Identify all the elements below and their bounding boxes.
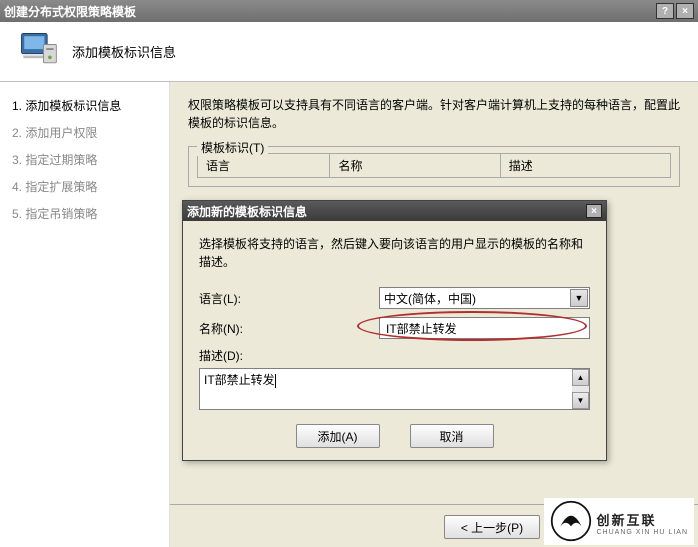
- name-row: 名称(N):: [199, 317, 590, 339]
- dialog-body: 选择模板将支持的语言，然后键入要向该语言的用户显示的模板的名称和描述。 语言(L…: [183, 221, 606, 460]
- dialog-titlebar: 添加新的模板标识信息 ×: [183, 201, 606, 221]
- close-button[interactable]: ×: [676, 3, 694, 19]
- help-button[interactable]: ?: [656, 3, 674, 19]
- sidebar-item-revocation[interactable]: 5. 指定吊销策略: [0, 200, 169, 227]
- language-value: 中文(简体，中国): [384, 290, 476, 307]
- titlebar: 创建分布式权限策略模板 ? ×: [0, 0, 698, 22]
- dialog-title: 添加新的模板标识信息: [187, 203, 586, 220]
- sidebar-item-template-id[interactable]: 1. 添加模板标识信息: [0, 92, 169, 119]
- logo-overlay: 创新互联 CHUANG XIN HU LIAN: [544, 498, 694, 545]
- col-language[interactable]: 语言: [198, 154, 330, 178]
- scroll-up-icon: ▲: [572, 369, 589, 386]
- desc-textarea[interactable]: IT部禁止转发: [199, 368, 590, 410]
- name-input[interactable]: [379, 317, 590, 339]
- cancel-button[interactable]: 取消: [410, 424, 494, 448]
- dialog-buttons: 添加(A) 取消: [199, 424, 590, 448]
- text-caret: [275, 374, 276, 388]
- scroll-down-icon: ▼: [572, 392, 589, 409]
- col-description[interactable]: 描述: [500, 154, 670, 178]
- desc-wrap: IT部禁止转发 ▲ ▼: [199, 368, 590, 410]
- logo-icon: [550, 500, 592, 545]
- desc-label: 描述(D):: [199, 347, 379, 364]
- titlebar-controls: ? ×: [656, 3, 694, 19]
- template-id-fieldset: 模板标识(T) 语言 名称 描述: [188, 146, 680, 187]
- logo-text: 创新互联 CHUANG XIN HU LIAN: [596, 510, 688, 536]
- sidebar: 1. 添加模板标识信息 2. 添加用户权限 3. 指定过期策略 4. 指定扩展策…: [0, 82, 170, 547]
- dialog-instruction: 选择模板将支持的语言，然后键入要向该语言的用户显示的模板的名称和描述。: [199, 235, 590, 271]
- dialog-close-button[interactable]: ×: [586, 204, 602, 218]
- header: 添加模板标识信息: [0, 22, 698, 82]
- language-label: 语言(L):: [199, 290, 379, 307]
- desc-scrollbar[interactable]: ▲ ▼: [572, 369, 589, 409]
- col-name[interactable]: 名称: [330, 154, 500, 178]
- name-label: 名称(N):: [199, 320, 379, 337]
- desc-label-row: 描述(D):: [199, 347, 590, 364]
- language-select[interactable]: 中文(简体，中国) ▼: [379, 287, 590, 309]
- intro-text: 权限策略模板可以支持具有不同语言的客户端。针对客户端计算机上支持的每种语言，配置…: [188, 96, 680, 132]
- template-id-table: 语言 名称 描述: [197, 153, 671, 178]
- computer-icon: [16, 28, 60, 75]
- sidebar-item-extension[interactable]: 4. 指定扩展策略: [0, 173, 169, 200]
- logo-text-cn: 创新互联: [596, 510, 688, 529]
- logo-text-en: CHUANG XIN HU LIAN: [596, 529, 688, 536]
- chevron-down-icon: ▼: [570, 289, 588, 307]
- language-row: 语言(L): 中文(简体，中国) ▼: [199, 287, 590, 309]
- window-title: 创建分布式权限策略模板: [4, 3, 656, 20]
- fieldset-legend: 模板标识(T): [197, 139, 268, 156]
- back-button[interactable]: < 上一步(P): [444, 515, 540, 539]
- sidebar-item-expiration[interactable]: 3. 指定过期策略: [0, 146, 169, 173]
- header-title: 添加模板标识信息: [72, 42, 176, 61]
- add-template-id-dialog: 添加新的模板标识信息 × 选择模板将支持的语言，然后键入要向该语言的用户显示的模…: [182, 200, 607, 461]
- main-window: 创建分布式权限策略模板 ? × 添加模板标识信息 1. 添加模板标识信息 2. …: [0, 0, 698, 547]
- sidebar-item-user-rights[interactable]: 2. 添加用户权限: [0, 119, 169, 146]
- add-button[interactable]: 添加(A): [296, 424, 380, 448]
